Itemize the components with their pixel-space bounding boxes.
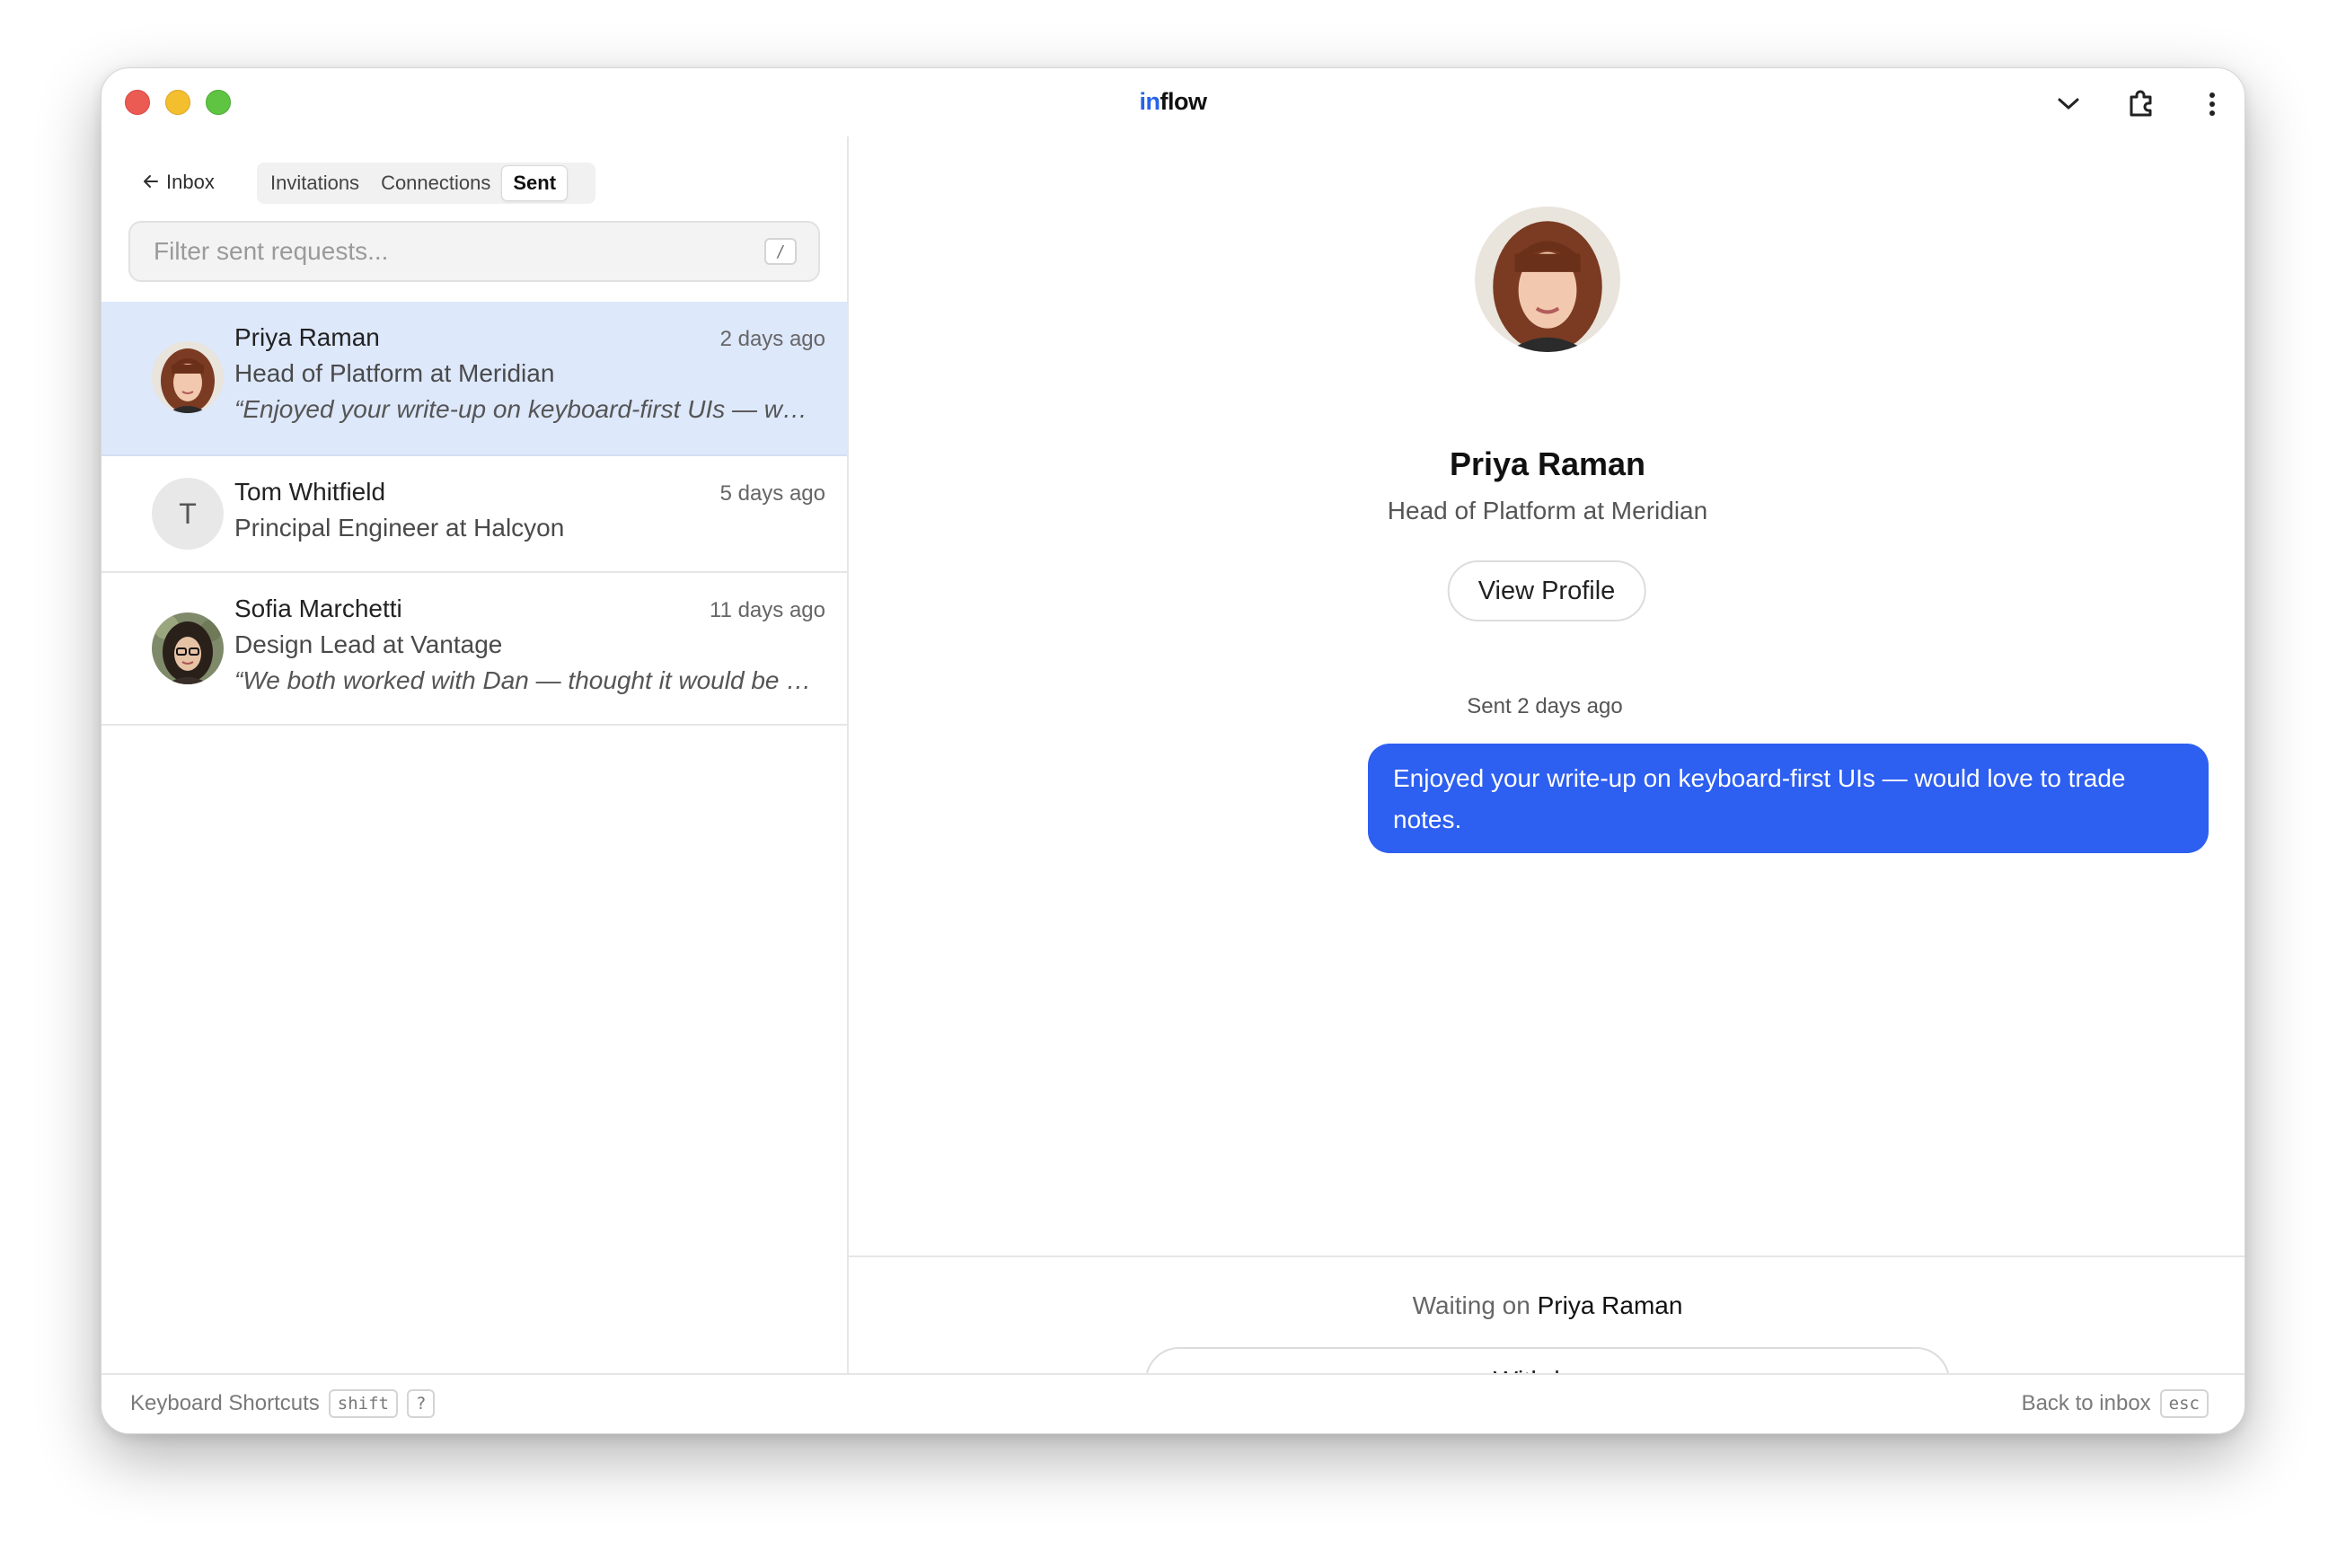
request-detail-panel: Priya Raman Head of Platform at Meridian… — [849, 137, 2245, 1415]
request-name: Priya Raman — [234, 323, 380, 351]
request-title: Design Lead at Vantage — [234, 630, 503, 658]
tab-invitations[interactable]: Invitations — [260, 165, 370, 201]
esc-key: esc — [2159, 1389, 2209, 1418]
list-item[interactable]: Priya Raman 2 days ago Head of Platform … — [101, 302, 847, 456]
app-window: inflow Inbox Invitations Connections Sen… — [101, 67, 2245, 1434]
avatar — [152, 612, 224, 684]
avatar — [152, 341, 224, 413]
request-title: Principal Engineer at Halcyon — [234, 514, 565, 542]
detail-title: Head of Platform at Meridian — [1387, 497, 1708, 524]
filter-input[interactable] — [152, 236, 764, 267]
extension-puzzle-icon[interactable] — [2123, 86, 2159, 122]
waiting-prefix: Waiting on — [1412, 1291, 1530, 1319]
request-name: Tom Whitfield — [234, 478, 386, 506]
request-time: 2 days ago — [719, 327, 825, 351]
list-item[interactable]: Sofia Marchetti 11 days ago Design Lead … — [101, 573, 847, 726]
request-title: Head of Platform at Meridian — [234, 359, 555, 387]
request-message-preview: “Enjoyed your write-up on keyboard-first… — [234, 395, 818, 423]
request-name: Sofia Marchetti — [234, 595, 402, 622]
waiting-status: Waiting on Priya Raman — [849, 1291, 2245, 1320]
request-time: 11 days ago — [710, 598, 825, 622]
avatar: T — [152, 478, 224, 550]
avatar — [1475, 207, 1620, 352]
list-item[interactable]: T Tom Whitfield 5 days ago Principal Eng… — [101, 456, 847, 573]
back-to-inbox-label: Back to inbox — [2021, 1391, 2151, 1415]
request-message-preview: “We both worked with Dan — thought it wo… — [234, 666, 818, 694]
keyboard-shortcuts-hint[interactable]: Keyboard Shortcuts shift ? — [130, 1389, 436, 1418]
waiting-name: Priya Raman — [1537, 1291, 1683, 1319]
app-title-flow: flow — [1160, 88, 1208, 115]
view-profile-button[interactable]: View Profile — [1447, 560, 1646, 621]
filter-box: / — [128, 221, 820, 282]
sent-requests-panel: Inbox Invitations Connections Sent / — [101, 137, 849, 1373]
sent-requests-list: Priya Raman 2 days ago Head of Platform … — [101, 302, 847, 726]
shift-key: shift — [328, 1389, 398, 1418]
back-to-inbox-hint[interactable]: Back to inbox esc — [2022, 1389, 2209, 1418]
request-tabs: Invitations Connections Sent — [257, 163, 595, 204]
tab-sent[interactable]: Sent — [501, 165, 569, 201]
shortcuts-label: Keyboard Shortcuts — [130, 1391, 320, 1415]
question-key: ? — [407, 1389, 436, 1418]
sent-timestamp: Sent 2 days ago — [1467, 694, 1623, 718]
title-bar: inflow — [101, 68, 2245, 137]
arrow-left-icon — [143, 171, 159, 194]
back-to-inbox-link[interactable]: Inbox — [143, 171, 215, 194]
message-bubble: Enjoyed your write-up on keyboard-first … — [1368, 744, 2209, 853]
request-time: 5 days ago — [719, 481, 825, 506]
more-vertical-icon[interactable] — [2194, 86, 2230, 122]
status-bar: Keyboard Shortcuts shift ? Back to inbox… — [101, 1373, 2245, 1433]
back-link-label: Inbox — [166, 171, 215, 193]
detail-name: Priya Raman — [1449, 445, 1646, 482]
app-title-in: in — [1139, 88, 1161, 115]
tab-connections[interactable]: Connections — [370, 165, 501, 201]
app-title: inflow — [101, 88, 2245, 116]
chevron-down-icon[interactable] — [2051, 86, 2086, 122]
filter-shortcut-key: / — [764, 238, 797, 265]
